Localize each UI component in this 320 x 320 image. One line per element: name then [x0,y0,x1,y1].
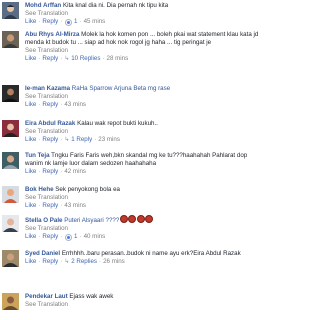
like-link[interactable]: Like [25,101,36,108]
reply-link[interactable]: Reply [42,18,58,25]
comment-body: Ie-man Kazama RaHa Sparrow Arjuna Beta m… [25,85,265,109]
reply-arrow-icon: ↳ [64,258,70,265]
avatar[interactable] [2,120,19,137]
comment-actions: Like · Reply · ↳ 2 Replies · 26 mins [25,258,125,265]
replies-link[interactable]: 2 Replies [71,258,97,265]
see-translation-link[interactable]: See Translation [25,128,265,136]
comment-author[interactable]: Mohd Arffan [25,2,61,9]
comment-text: Kita knal dia ni. Dia pernah nk tipu kit… [62,2,169,9]
like-link[interactable]: Like [25,233,36,240]
emoji-icon [128,215,137,223]
comment-time[interactable]: 42 mins [64,168,86,175]
see-translation-link[interactable]: See Translation [25,47,265,55]
like-link[interactable]: Like [25,168,36,175]
see-translation-link[interactable]: See Translation [25,225,265,233]
like-link[interactable]: Like [25,55,36,62]
comment-actions: Like · Reply · 42 mins [25,168,86,175]
comment-body: Syed Daniel Errhhhh..baru perasan..budok… [25,250,265,266]
see-translation-link[interactable]: See Translation [25,301,265,309]
reply-link[interactable]: Reply [42,168,58,175]
reply-arrow-icon: ↳ [64,55,70,62]
emoji-icons [119,215,154,224]
replies-link[interactable]: 10 Replies [71,55,100,62]
avatar[interactable] [2,293,19,310]
see-translation-link[interactable]: See Translation [25,93,265,101]
comment-author[interactable]: Pendekar Laut [25,293,68,300]
comment-body: Eira Abdul Razak Kalau wak repot bukti k… [25,120,265,144]
see-translation-link[interactable]: See Translation [25,194,265,202]
emoji-icon [136,215,145,223]
emoji-icon [119,215,128,223]
reply-link[interactable]: Reply [42,202,58,209]
avatar[interactable] [2,85,19,102]
comment-text: Errhhhh..baru perasan..budok ni name ayu… [61,250,241,257]
reply-arrow-icon: ↳ [64,136,70,143]
reply-link[interactable]: Reply [42,258,58,265]
like-link[interactable]: Like [25,136,36,143]
avatar[interactable] [2,152,19,169]
comment-actions: Like · Reply · 1 · 45 mins [25,18,106,26]
like-count[interactable]: 1 [74,18,77,25]
comment-time[interactable]: 23 mins [98,136,120,143]
comment-author[interactable]: Ie-man Kazama [25,85,70,92]
comment-author[interactable]: Abu Rhys Al-Mirza [25,31,79,38]
reply-link[interactable]: Reply [42,55,58,62]
comment-text: Ejass wak awek [69,293,114,300]
comment-body: Abu Rhys Al-Mirza Molek la hok komen pon… [25,31,265,63]
like-link[interactable]: Like [25,18,36,25]
comment-body: Stella O Pale Puteri Alsyaari ???? See T… [25,215,265,241]
like-reaction-icon [65,233,73,241]
comment-actions: Like · Reply · 43 mins [25,101,86,108]
like-count[interactable]: 1 [74,233,77,240]
reply-link[interactable]: Reply [42,233,58,240]
comment-text: Sek penyokong bola ea [55,186,120,193]
comment-time[interactable]: 45 mins [84,18,106,25]
reply-link[interactable]: Reply [42,136,58,143]
comment-text: Puteri Alsyaari ???? [64,217,120,224]
comment-body: Bok Hehe Sek penyokong bola ea See Trans… [25,186,265,210]
comment-author[interactable]: Syed Daniel [25,250,60,257]
reply-link[interactable]: Reply [42,101,58,108]
comment-body: Pendekar Laut Ejass wak awek See Transla… [25,293,265,309]
avatar[interactable] [2,215,19,232]
comment-time[interactable]: 28 mins [107,55,129,62]
comment-actions: Like · Reply · ↳ 1 Reply · 23 mins [25,136,120,143]
comment-actions: Like · Reply · 1 · 40 mins [25,233,106,241]
avatar[interactable] [2,186,19,203]
comment-author[interactable]: Bok Hehe [25,186,54,193]
comment-author[interactable]: Stella O Pale [25,217,63,224]
comment-time[interactable]: 43 mins [64,202,86,209]
comment-time[interactable]: 40 mins [84,233,106,240]
comment-text: Tngku Faris Faris weh,bkn skandal mg ke … [25,152,248,167]
comment-author[interactable]: Tun Teja [25,152,50,159]
comment-author[interactable]: Eira Abdul Razak [25,120,75,127]
comment-body: Mohd Arffan Kita knal dia ni. Dia pernah… [25,2,265,26]
comment-text: Kalau wak repot bukti kukuh.. [77,120,158,127]
emoji-icon [145,215,154,223]
like-link[interactable]: Like [25,202,36,209]
replies-link[interactable]: 1 Reply [71,136,92,143]
comment-actions: Like · Reply · 43 mins [25,202,86,209]
avatar[interactable] [2,2,19,19]
avatar[interactable] [2,250,19,267]
see-translation-link[interactable]: See Translation [25,10,265,18]
like-link[interactable]: Like [25,258,36,265]
comment-time[interactable]: 43 mins [64,101,86,108]
avatar[interactable] [2,31,19,48]
comment-time[interactable]: 26 mins [103,258,125,265]
comment-text: RaHa Sparrow Arjuna Beta mg rase [71,85,171,92]
comment-actions: Like · Reply · ↳ 10 Replies · 28 mins [25,55,129,62]
like-reaction-icon [65,18,73,26]
comment-body: Tun Teja Tngku Faris Faris weh,bkn skand… [25,152,265,176]
